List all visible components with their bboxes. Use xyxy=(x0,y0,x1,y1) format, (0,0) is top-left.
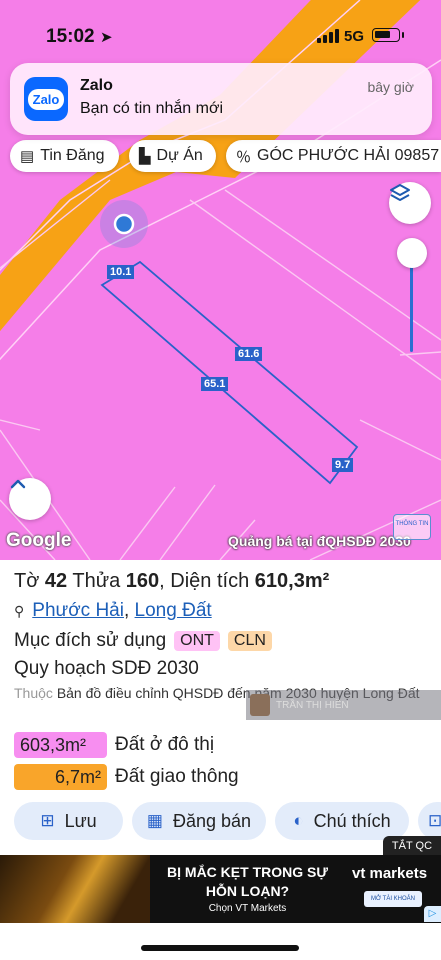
area-value: 6,7m² xyxy=(14,764,107,790)
edge-label: 9.7 xyxy=(332,458,354,472)
land-purpose: Mục đích sử dụng ONT CLN xyxy=(14,630,272,652)
expand-panel-button[interactable] xyxy=(9,478,51,520)
area-label: Đất giao thông xyxy=(115,766,239,787)
chip-goc-phuoc-hai[interactable]: ％ GÓC PHƯỚC HẢI 09857 xyxy=(226,140,441,172)
parcel-location: ⚲ Phước Hải, Long Đất xyxy=(14,600,212,622)
layers-button[interactable] xyxy=(389,182,431,224)
layers-icon xyxy=(390,184,410,201)
status-time: 15:02 xyxy=(46,26,95,47)
area-label: Đất ở đô thị xyxy=(115,734,215,755)
chip-label: Tin Đăng xyxy=(40,147,105,164)
map-pin-icon: ⚲ xyxy=(14,602,25,619)
chip-label: GÓC PHƯỚC HẢI 09857 xyxy=(257,147,440,164)
notification-time: bây giờ xyxy=(367,79,414,95)
area-value: 603,3m² xyxy=(14,732,107,758)
newspaper-icon: ▤ xyxy=(20,148,35,165)
avatar xyxy=(250,694,270,716)
parcel-info-panel: Tờ 42 Thửa 160, Diện tích 610,3m² ⚲ Phướ… xyxy=(0,560,441,856)
post-sale-button[interactable]: ▦ Đăng bán xyxy=(132,802,266,840)
info-badge[interactable]: THÔNG TIN xyxy=(393,514,431,540)
ad-banner[interactable]: BỊ MẮC KẸT TRONG SỰ HỖN LOẠN? Chọn VT Ma… xyxy=(0,855,441,923)
ad-info-icon[interactable]: ▷ xyxy=(424,906,441,922)
notification-app-name: Zalo xyxy=(80,77,113,94)
notification-message: Bạn có tin nhắn mới xyxy=(80,100,224,117)
parcel-title: Tờ 42 Thửa 160, Diện tích 610,3m² xyxy=(14,570,330,592)
more-icon: ⊡ xyxy=(428,811,441,830)
location-dot xyxy=(113,213,135,235)
parcel-outline xyxy=(100,260,359,485)
battery-icon xyxy=(372,28,400,42)
area-row-traffic: 6,7m² Đất giao thông xyxy=(14,764,239,790)
opacity-slider-handle[interactable] xyxy=(397,238,427,268)
ad-subtitle: Chọn VT Markets xyxy=(208,903,287,914)
promo-text[interactable]: Quảng bá tại đQHSDĐ 2030 xyxy=(228,533,411,549)
purpose-tag-cln: CLN xyxy=(227,631,272,651)
district-link[interactable]: Long Đất xyxy=(135,600,212,622)
percent-icon: ％ xyxy=(236,148,252,166)
status-bar: 15:02 ➤ 5G xyxy=(0,22,441,52)
more-action-button[interactable]: ⊡ xyxy=(418,802,441,840)
contrast-icon: ◐ xyxy=(293,811,304,830)
location-arrow-icon: ➤ xyxy=(100,29,113,46)
chevron-up-icon xyxy=(10,479,26,489)
ad-cta-button[interactable]: MỞ TÀI KHOẢN xyxy=(364,891,422,907)
buildings-icon: ▙ xyxy=(139,148,151,165)
chip-du-an[interactable]: ▙ Dự Án xyxy=(129,140,216,172)
road-band xyxy=(0,0,421,332)
google-logo: Google xyxy=(6,530,72,551)
add-file-icon: ⊞ xyxy=(40,811,55,830)
purpose-tag-ont: ONT xyxy=(174,631,220,651)
home-indicator[interactable] xyxy=(141,945,299,951)
network-type: 5G xyxy=(344,28,365,45)
ad-image xyxy=(0,855,150,923)
zalo-app-icon: Zalo xyxy=(24,77,68,121)
edge-label: 61.6 xyxy=(235,347,263,361)
user-watermark: TRẦN THỊ HIỀN xyxy=(246,690,441,720)
area-row-residential: 603,3m² Đất ở đô thị xyxy=(14,732,214,758)
signal-icon xyxy=(317,29,339,43)
chip-tin-dang[interactable]: ▤ Tin Đăng xyxy=(10,140,119,172)
chip-label: Dự Án xyxy=(156,147,203,164)
ward-link[interactable]: Phước Hải xyxy=(32,600,124,622)
save-button[interactable]: ⊞ Lưu xyxy=(14,802,123,840)
ad-headline: BỊ MẮC KẸT TRONG SỰ HỖN LOẠN? xyxy=(167,864,328,899)
legend-button[interactable]: ◐ Chú thích xyxy=(275,802,409,840)
plan-title: Quy hoạch SDĐ 2030 xyxy=(14,658,199,679)
ad-brand: vt markets xyxy=(352,865,428,882)
close-ad-button[interactable]: TẮT QC xyxy=(383,836,441,856)
table-icon: ▦ xyxy=(146,811,163,830)
edge-label: 65.1 xyxy=(201,377,229,391)
edge-label: 10.1 xyxy=(107,265,135,279)
zalo-notification[interactable]: Zalo Zalo Bạn có tin nhắn mới bây giờ xyxy=(10,63,432,135)
